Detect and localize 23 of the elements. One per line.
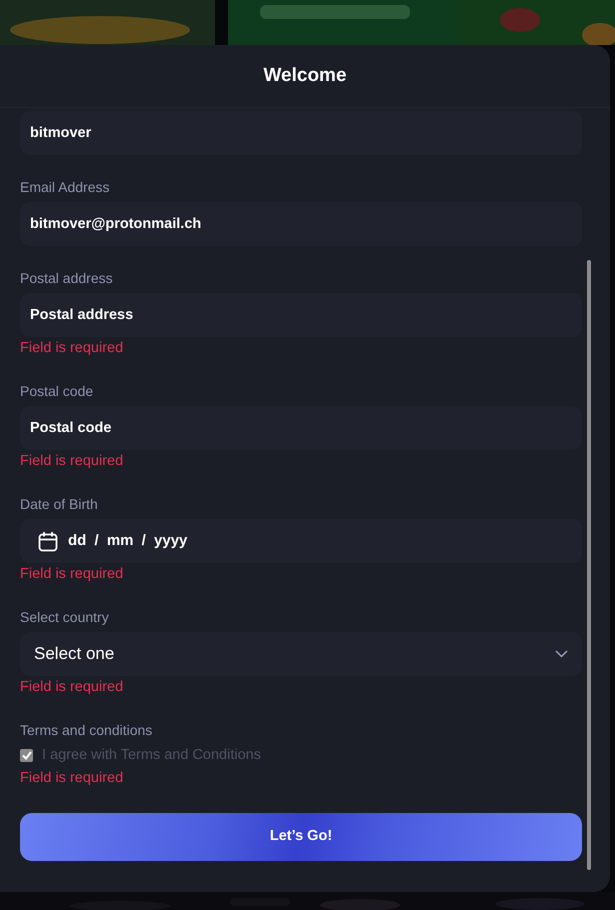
calendar-icon[interactable] xyxy=(38,530,58,552)
field-label: Postal address xyxy=(20,269,114,288)
field-label: Select country xyxy=(20,608,110,627)
submit-button[interactable]: Let’s Go! xyxy=(20,812,582,861)
field-label: Postal code xyxy=(20,382,94,401)
input-field[interactable]: bitmover xyxy=(20,111,582,155)
checkbox-label: I agree with Terms and Conditions xyxy=(42,746,261,765)
select-field[interactable]: Select one xyxy=(20,632,582,676)
input-field[interactable]: Postal address xyxy=(20,293,582,337)
scrollbar-thumb[interactable] xyxy=(587,260,591,870)
chevron-down-icon xyxy=(555,650,568,658)
field-label: Email Address xyxy=(20,178,110,197)
error-message: Field is required xyxy=(20,565,124,584)
error-message: Field is required xyxy=(20,452,124,471)
error-message: Field is required xyxy=(20,678,124,697)
input-field[interactable]: bitmover@protonmail.ch xyxy=(20,202,582,246)
error-message: Field is required xyxy=(20,768,124,788)
dialog-title: Welcome xyxy=(263,64,347,88)
field-label: Date of Birth xyxy=(20,495,99,514)
error-message: Field is required xyxy=(20,339,124,358)
field-label: Terms and conditions xyxy=(20,721,154,740)
date-field[interactable]: dd / mm / yyyy xyxy=(20,519,582,563)
input-field[interactable]: Postal code xyxy=(20,406,582,450)
